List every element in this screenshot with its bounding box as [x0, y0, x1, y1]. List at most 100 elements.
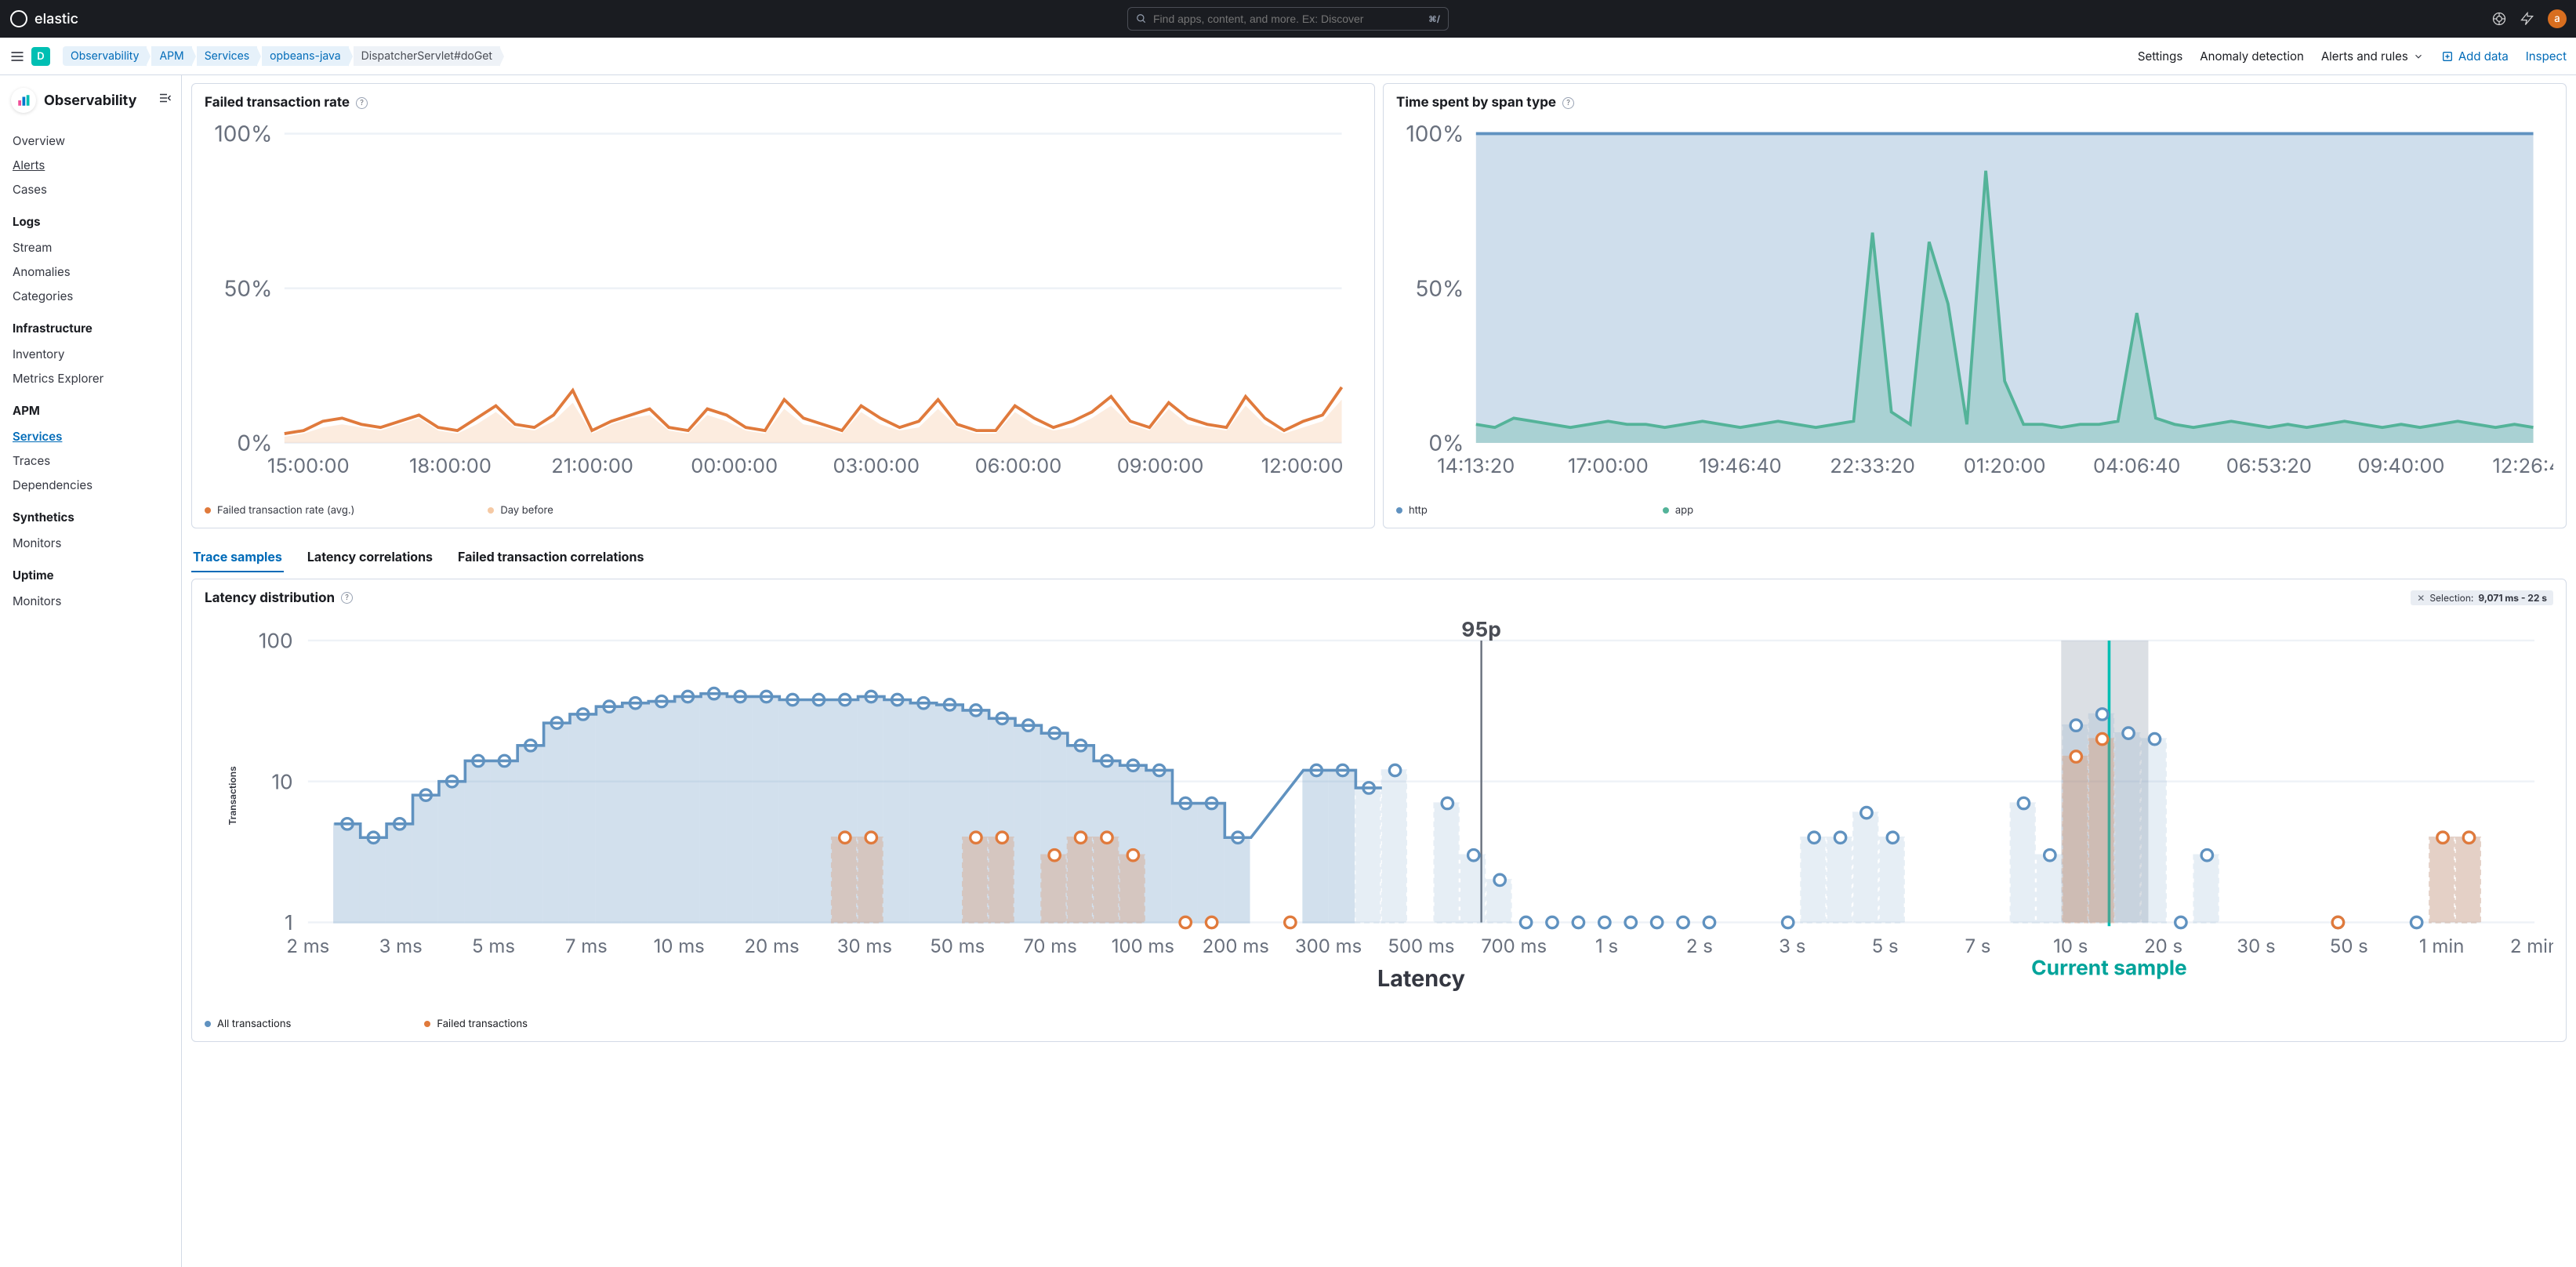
breadcrumb: Observability APM Services opbeans-java …	[63, 46, 505, 66]
svg-text:01:20:00: 01:20:00	[1964, 454, 2046, 478]
svg-text:100%: 100%	[214, 121, 272, 147]
sidebar-group-uptime: Uptime	[13, 568, 169, 583]
svg-text:Current sample: Current sample	[2031, 955, 2187, 980]
space-selector[interactable]: D	[31, 47, 50, 66]
legend-failed-transactions[interactable]: Failed transactions	[424, 1018, 528, 1030]
user-avatar[interactable]: a	[2548, 9, 2567, 28]
brand-text: elastic	[34, 11, 78, 27]
sidebar-item-categories[interactable]: Categories	[13, 284, 169, 308]
legend-app[interactable]: app	[1663, 504, 1693, 517]
chevron-down-icon	[2413, 51, 2424, 62]
elastic-logo[interactable]: elastic	[9, 9, 78, 28]
svg-text:06:00:00: 06:00:00	[975, 454, 1062, 478]
span-title: Time spent by span type	[1396, 95, 1556, 111]
svg-text:100 ms: 100 ms	[1112, 934, 1174, 957]
svg-text:95p: 95p	[1461, 617, 1501, 642]
sidebar-item-overview[interactable]: Overview	[13, 129, 169, 153]
svg-text:06:53:20: 06:53:20	[2226, 454, 2312, 478]
svg-text:2 ms: 2 ms	[286, 934, 329, 957]
info-icon[interactable]: ?	[341, 592, 353, 604]
search-input[interactable]	[1153, 13, 1422, 25]
svg-text:3 s: 3 s	[1779, 934, 1805, 957]
svg-text:0%: 0%	[1428, 430, 1464, 456]
svg-text:10 s: 10 s	[2053, 934, 2088, 957]
sidebar-group-apm: APM	[13, 403, 169, 418]
failed-title: Failed transaction rate	[205, 95, 350, 111]
svg-text:09:40:00: 09:40:00	[2357, 454, 2444, 478]
failed-transaction-card: Failed transaction rate ? 0%50%100%15:00…	[191, 83, 1375, 528]
legend-failed-avg[interactable]: Failed transaction rate (avg.)	[205, 504, 354, 517]
svg-text:0%: 0%	[237, 430, 272, 456]
svg-text:21:00:00: 21:00:00	[551, 454, 633, 478]
svg-text:7 s: 7 s	[1965, 934, 1990, 957]
sidebar-item-cases[interactable]: Cases	[13, 177, 169, 201]
sidebar-group-logs: Logs	[13, 214, 169, 229]
svg-text:50%: 50%	[1415, 275, 1464, 302]
search-shortcut: ⌘/	[1428, 13, 1440, 24]
svg-text:700 ms: 700 ms	[1481, 934, 1547, 957]
sidebar-item-inventory[interactable]: Inventory	[13, 342, 169, 366]
failed-transaction-chart[interactable]: 0%50%100%15:00:0018:00:0021:00:0000:00:0…	[205, 114, 1362, 493]
crumb-service-name[interactable]: opbeans-java	[262, 46, 349, 66]
svg-text:1 min: 1 min	[2419, 934, 2464, 957]
sidebar-item-dependencies[interactable]: Dependencies	[13, 473, 169, 497]
global-search[interactable]: ⌘/	[1127, 7, 1449, 31]
sidebar-item-services[interactable]: Services	[13, 424, 169, 448]
crumb-observability[interactable]: Observability	[63, 46, 147, 66]
selection-badge[interactable]: ✕ Selection: 9,071 ms - 22 s	[2411, 590, 2553, 605]
span-type-card: Time spent by span type ? 0%50%100%14:13…	[1383, 83, 2567, 528]
svg-text:17:00:00: 17:00:00	[1568, 454, 1649, 478]
nav-toggle-icon[interactable]	[9, 49, 25, 64]
sidebar-item-alerts[interactable]: Alerts	[13, 153, 169, 177]
help-icon[interactable]	[2491, 11, 2507, 27]
latency-distribution-chart[interactable]: 1101002 ms3 ms5 ms7 ms10 ms20 ms30 ms50 …	[205, 612, 2553, 1007]
svg-text:10: 10	[271, 769, 292, 794]
svg-text:12:26:40: 12:26:40	[2492, 454, 2553, 478]
clear-selection-icon[interactable]: ✕	[2417, 592, 2425, 604]
svg-text:00:00:00: 00:00:00	[691, 454, 778, 478]
svg-text:1 s: 1 s	[1595, 934, 1618, 957]
svg-text:2 s: 2 s	[1686, 934, 1713, 957]
info-icon[interactable]: ?	[356, 97, 368, 109]
observability-logo	[11, 88, 36, 113]
sidebar-item-anomalies[interactable]: Anomalies	[13, 260, 169, 284]
newsfeed-icon[interactable]	[2520, 11, 2535, 27]
sidebar-item-stream[interactable]: Stream	[13, 235, 169, 260]
svg-text:300 ms: 300 ms	[1295, 934, 1362, 957]
legend-http[interactable]: http	[1396, 504, 1428, 517]
svg-text:100: 100	[259, 628, 293, 653]
alerts-rules-dropdown[interactable]: Alerts and rules	[2321, 49, 2424, 64]
svg-text:20 ms: 20 ms	[745, 934, 800, 957]
global-header: elastic ⌘/ a	[0, 0, 2576, 38]
span-type-chart[interactable]: 0%50%100%14:13:2017:00:0019:46:4022:33:2…	[1396, 114, 2553, 493]
add-data-button[interactable]: Add data	[2441, 49, 2509, 64]
sidebar-item-traces[interactable]: Traces	[13, 448, 169, 473]
sidebar-title: Observability	[44, 93, 137, 109]
legend-day-before[interactable]: Day before	[488, 504, 553, 517]
svg-text:30 ms: 30 ms	[837, 934, 892, 957]
crumb-apm[interactable]: APM	[151, 46, 191, 66]
anomaly-detection-link[interactable]: Anomaly detection	[2200, 49, 2304, 64]
collapse-sidebar-icon[interactable]	[158, 91, 172, 105]
sidebar-item-metrics-explorer[interactable]: Metrics Explorer	[13, 366, 169, 390]
tab-trace-samples[interactable]: Trace samples	[191, 543, 284, 572]
svg-text:70 ms: 70 ms	[1023, 934, 1077, 957]
tab-latency-correlations[interactable]: Latency correlations	[306, 543, 434, 572]
legend-all-transactions[interactable]: All transactions	[205, 1018, 291, 1030]
crumb-services[interactable]: Services	[197, 46, 257, 66]
svg-text:5 ms: 5 ms	[472, 934, 515, 957]
sidebar-group-synthetics: Synthetics	[13, 510, 169, 525]
svg-text:18:00:00: 18:00:00	[409, 454, 492, 478]
info-icon[interactable]: ?	[1562, 97, 1574, 109]
settings-link[interactable]: Settings	[2138, 49, 2182, 64]
dist-ylabel: Transactions	[227, 766, 238, 825]
sidebar-item-uptime-monitors[interactable]: Monitors	[13, 589, 169, 613]
svg-text:12:00:00: 12:00:00	[1261, 454, 1344, 478]
svg-text:500 ms: 500 ms	[1388, 934, 1454, 957]
tabs: Trace samples Latency correlations Faile…	[191, 543, 2567, 572]
latency-distribution-card: Latency distribution ? ✕ Selection: 9,07…	[191, 579, 2567, 1042]
sidebar: Observability Overview Alerts Cases Logs…	[0, 75, 182, 1267]
inspect-link[interactable]: Inspect	[2526, 49, 2567, 64]
tab-failed-correlations[interactable]: Failed transaction correlations	[456, 543, 645, 572]
sidebar-item-synthetics-monitors[interactable]: Monitors	[13, 531, 169, 555]
